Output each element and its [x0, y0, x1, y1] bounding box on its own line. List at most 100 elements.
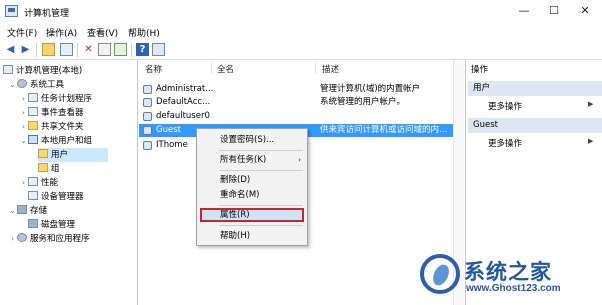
- tree-item-label: 组: [51, 164, 60, 174]
- menu-item-properties[interactable]: 属性(R): [200, 208, 304, 222]
- maximize-button[interactable]: ☐: [546, 4, 562, 18]
- close-button[interactable]: ✕: [577, 4, 593, 18]
- menu-item-label: 所有任务(K): [220, 155, 267, 165]
- watermark: 系统之家 www.Ghost123.com: [418, 248, 602, 305]
- menu-view[interactable]: 查看(V): [87, 26, 118, 39]
- more-actions-link[interactable]: 更多操作: [488, 100, 522, 112]
- chevron-right-icon: ▶: [588, 100, 594, 108]
- toolbar-separator: [36, 43, 37, 57]
- tree-item-performance[interactable]: › 性能: [19, 176, 58, 190]
- performance-icon: [28, 177, 38, 186]
- toolbar: ◀ ▶ ✕ ?: [0, 40, 602, 60]
- back-icon[interactable]: ◀: [4, 43, 17, 56]
- toolbar-separator: [77, 43, 78, 57]
- tree-item-groups[interactable]: 组: [38, 162, 60, 176]
- menu-item-help[interactable]: 帮助(H): [197, 229, 307, 243]
- menu-file[interactable]: 文件(F): [7, 26, 37, 39]
- column-separator[interactable]: [211, 62, 212, 74]
- properties-icon[interactable]: [98, 43, 111, 56]
- up-folder-icon[interactable]: [42, 43, 55, 56]
- chevron-down-icon[interactable]: ⌄: [8, 204, 17, 218]
- tree-item-label: 磁盘管理: [41, 220, 76, 230]
- tree-item-disk-management[interactable]: 磁盘管理: [28, 218, 75, 232]
- folder-icon: [38, 163, 48, 172]
- tree-root[interactable]: 计算机管理(本地): [3, 64, 82, 78]
- tree-item-label: 用户: [51, 150, 69, 160]
- tree-item-users[interactable]: 用户: [38, 148, 108, 162]
- export-icon[interactable]: [114, 43, 127, 56]
- help-icon[interactable]: ?: [136, 43, 149, 56]
- toolbar-separator: [131, 43, 132, 57]
- column-header-description[interactable]: 描述: [322, 63, 339, 75]
- row-description: 供来宾访问计算机或访问域的内...: [320, 125, 448, 135]
- tree-root-label: 计算机管理(本地): [16, 66, 83, 76]
- table-row[interactable]: defaultuser0: [139, 110, 464, 123]
- navigation-tree: 计算机管理(本地) ⌄ 系统工具 › 任务计划程序 › 事件查看器 › 共享文件夹 ⌄ 本…: [0, 60, 138, 305]
- window-title: 计算机管理: [24, 9, 70, 19]
- watermark-url: www.Ghost123.com: [466, 283, 561, 294]
- event-viewer-icon: [28, 107, 38, 116]
- console-icon[interactable]: [152, 43, 165, 56]
- tree-item-local-users-groups[interactable]: ⌄ 本地用户和组: [19, 134, 92, 148]
- tree-item-task-scheduler[interactable]: › 任务计划程序: [19, 92, 92, 106]
- menu-item-rename[interactable]: 重命名(M): [197, 188, 307, 202]
- chevron-right-icon[interactable]: ›: [19, 92, 28, 106]
- tree-item-label: 设备管理器: [41, 192, 84, 202]
- users-icon: [28, 135, 38, 144]
- more-actions-link[interactable]: 更多操作: [488, 137, 522, 149]
- tree-item-event-viewer[interactable]: › 事件查看器: [19, 106, 84, 120]
- title-bar: 计算机管理 — ☐ ✕: [0, 0, 602, 24]
- tree-item-label: 任务计划程序: [41, 94, 93, 104]
- tree-item-system-tools[interactable]: ⌄ 系统工具: [8, 78, 64, 92]
- menu-item-set-password[interactable]: 设置密码(S)...: [197, 133, 307, 147]
- chevron-right-icon[interactable]: ›: [19, 176, 28, 190]
- user-icon: [143, 112, 152, 121]
- table-row[interactable]: DefaultAcc... 系统管理的用户帐户。: [139, 96, 464, 109]
- context-menu: 设置密码(S)... 所有任务(K) › 删除(D) 重命名(M) 属性(R) …: [196, 128, 308, 246]
- minimize-button[interactable]: —: [516, 4, 532, 18]
- row-name: DefaultAcc...: [156, 97, 211, 107]
- table-row[interactable]: Administrat... 管理计算机(域)的内置帐户: [139, 83, 464, 96]
- tools-icon: [17, 79, 27, 88]
- menu-separator: [219, 205, 303, 206]
- tree-item-label: 性能: [41, 178, 59, 188]
- column-separator[interactable]: [315, 62, 316, 74]
- folder-icon: [38, 149, 48, 158]
- row-description: 系统管理的用户帐户。: [320, 97, 406, 107]
- column-header-fullname[interactable]: 全名: [217, 63, 234, 75]
- chevron-right-icon[interactable]: ›: [8, 232, 17, 246]
- user-icon: [143, 98, 152, 107]
- show-tree-icon[interactable]: [60, 43, 73, 56]
- menu-separator: [219, 170, 303, 171]
- watermark-logo-icon: [420, 254, 460, 294]
- tree-item-label: 共享文件夹: [41, 122, 84, 132]
- computer-management-icon: [5, 5, 18, 17]
- delete-icon[interactable]: ✕: [82, 43, 95, 56]
- user-icon: [143, 85, 152, 94]
- tree-item-services-apps[interactable]: › 服务和应用程序: [8, 232, 90, 246]
- chevron-right-icon[interactable]: ›: [19, 120, 28, 134]
- actions-section-users[interactable]: 用户: [468, 81, 602, 96]
- actions-section-guest[interactable]: Guest: [468, 118, 602, 133]
- column-header-name[interactable]: 名称: [145, 63, 162, 75]
- tree-item-storage[interactable]: ⌄ 存储: [8, 204, 47, 218]
- tree-item-label: 服务和应用程序: [30, 234, 90, 244]
- chevron-down-icon[interactable]: ⌄: [19, 134, 28, 148]
- menu-help[interactable]: 帮助(H): [128, 26, 160, 39]
- chevron-right-icon: ▶: [588, 137, 594, 145]
- menu-action[interactable]: 操作(A): [46, 26, 77, 39]
- tree-item-device-manager[interactable]: 设备管理器: [28, 190, 84, 204]
- chevron-right-icon[interactable]: ›: [19, 106, 28, 120]
- storage-icon: [17, 205, 27, 214]
- user-icon: [143, 141, 152, 150]
- forward-icon[interactable]: ▶: [19, 43, 32, 56]
- menu-item-all-tasks[interactable]: 所有任务(K) ›: [197, 153, 307, 167]
- menu-item-delete[interactable]: 删除(D): [197, 173, 307, 187]
- user-icon: [143, 126, 152, 135]
- watermark-brand: 系统之家: [464, 259, 552, 284]
- tree-item-label: 存储: [30, 206, 48, 216]
- tree-item-label: 事件查看器: [41, 108, 84, 118]
- chevron-down-icon[interactable]: ⌄: [8, 78, 17, 92]
- tree-item-shared-folders[interactable]: › 共享文件夹: [19, 120, 84, 134]
- device-manager-icon: [28, 191, 38, 200]
